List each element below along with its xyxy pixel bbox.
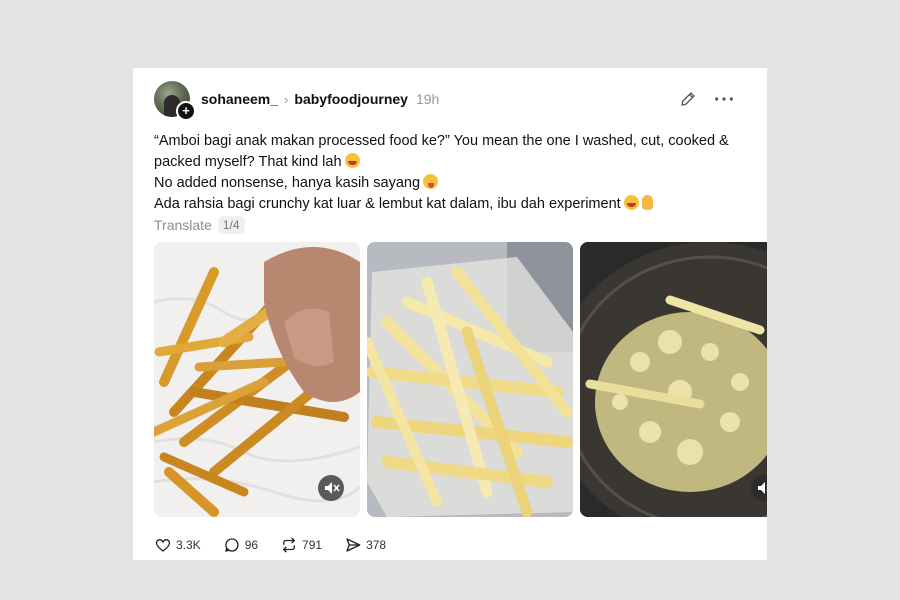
comment-count: 96 [244, 538, 259, 552]
like-count: 3.3K [176, 538, 201, 552]
hand-emoji-icon [641, 195, 653, 210]
more-horizontal-icon[interactable] [713, 90, 735, 108]
mute-button[interactable] [318, 475, 344, 501]
speaker-muted-icon [325, 482, 340, 494]
heart-icon [155, 538, 171, 552]
laughing-emoji-icon [344, 153, 360, 168]
laughing-emoji-icon [623, 195, 639, 210]
media-page-indicator: 1/4 [217, 216, 245, 234]
community-name[interactable]: babyfoodjourney [294, 91, 408, 107]
media-item-frying-fries[interactable] [580, 242, 767, 517]
media-item-fries-on-towel[interactable] [154, 242, 360, 517]
send-icon [346, 538, 361, 552]
media-item-raw-potato-sticks[interactable] [367, 242, 573, 517]
chevron-right-icon: › [284, 91, 289, 107]
like-button[interactable]: 3.3K [154, 536, 201, 554]
post-actions: 3.3K 96 791 378 [154, 536, 408, 554]
username[interactable]: sohaneem_ [201, 91, 278, 107]
post-body: “Amboi bagi anak makan processed food ke… [154, 131, 744, 215]
share-count: 378 [366, 538, 387, 552]
repost-icon [283, 537, 295, 553]
comment-button[interactable]: 96 [223, 536, 258, 554]
repost-button[interactable]: 791 [280, 536, 322, 554]
translate-link[interactable]: Translate [154, 217, 212, 233]
frying-fries-image [580, 242, 767, 517]
pencil-icon[interactable] [679, 90, 697, 108]
speaker-muted-icon [758, 482, 767, 494]
post-line-2: No added nonsense, hanya kasih sayang [154, 175, 421, 191]
share-button[interactable]: 378 [344, 536, 386, 554]
raw-potato-sticks-image [367, 242, 573, 517]
post-line-3: Ada rahsia bagi crunchy kat luar & lembu… [154, 196, 621, 212]
plus-icon[interactable]: + [176, 101, 196, 121]
tongue-emoji-icon [423, 174, 439, 189]
comment-icon [224, 538, 239, 552]
post-line-1: “Amboi bagi anak makan processed food ke… [154, 133, 729, 170]
repost-count: 791 [302, 538, 323, 552]
post-card: + sohaneem_ › babyfoodjourney 19h “Amboi… [133, 68, 767, 560]
translate-row: Translate 1/4 [154, 216, 245, 234]
post-time[interactable]: 19h [416, 91, 439, 107]
post-header: sohaneem_ › babyfoodjourney 19h [201, 91, 439, 107]
mute-button[interactable] [751, 475, 767, 501]
